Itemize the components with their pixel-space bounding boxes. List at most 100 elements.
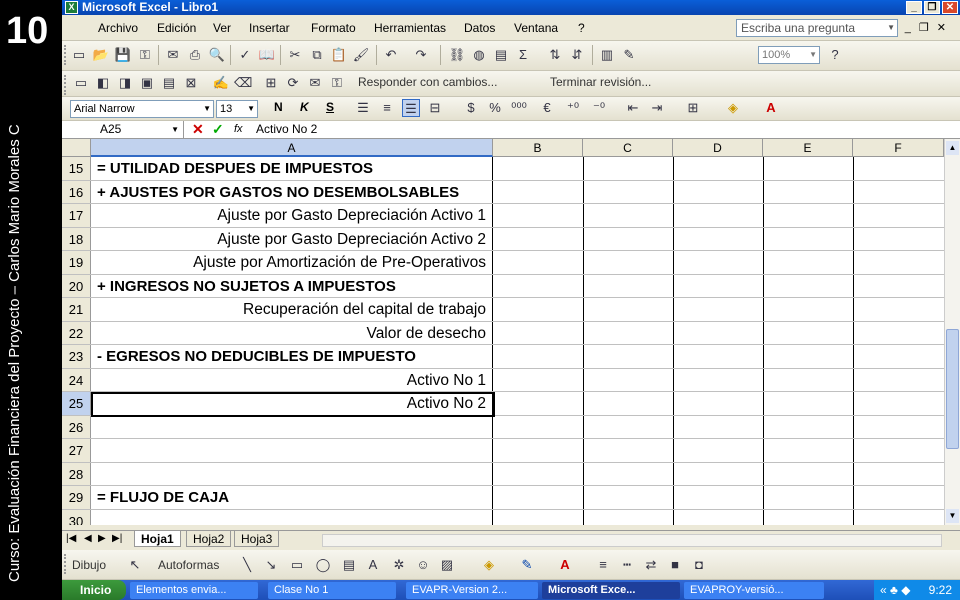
row-header[interactable]: 19	[62, 251, 91, 274]
toolbar-grip[interactable]	[64, 75, 67, 95]
menu-ventana[interactable]: Ventana	[514, 21, 558, 35]
cell-a[interactable]: Ajuste por Amortización de Pre-Operativo…	[91, 251, 493, 274]
start-button[interactable]: Inicio	[62, 580, 126, 600]
name-box[interactable]: A25 ▼	[62, 121, 184, 138]
cell-a[interactable]: Recuperación del capital de trabajo	[91, 298, 493, 321]
sheet-tab-hoja2[interactable]: Hoja2	[186, 531, 232, 547]
web-icon[interactable]: ◍	[470, 46, 488, 64]
fill-color-icon[interactable]: ◈	[724, 99, 742, 117]
draw-menu-button[interactable]: Dibujo	[72, 558, 106, 572]
row-header[interactable]: 26	[62, 415, 91, 438]
formula-input[interactable]: Activo No 2	[256, 121, 317, 138]
align-center-icon[interactable]: ≡	[378, 99, 396, 117]
row-header[interactable]: 29	[62, 486, 91, 509]
menu-archivo[interactable]: Archivo	[98, 21, 138, 35]
arrow-icon[interactable]: ↘	[262, 556, 280, 574]
reply-with-changes-button[interactable]: Responder con cambios...	[358, 75, 497, 89]
send-icon[interactable]: ✉	[306, 74, 324, 92]
percent-icon[interactable]: %	[486, 99, 504, 117]
next-sheet-icon[interactable]: ▶	[98, 533, 106, 544]
delete-comment-icon[interactable]: ⊠	[182, 74, 200, 92]
font-color-icon[interactable]: A	[556, 556, 574, 574]
bold-button[interactable]: N	[274, 100, 283, 114]
help-icon[interactable]: ?	[826, 46, 844, 64]
worksheet-grid[interactable]: A B C D E F 15 = UTILIDAD DESPUES DE IMPU…	[62, 139, 944, 525]
arrow-style-icon[interactable]: ⇄	[642, 556, 660, 574]
tray-icons[interactable]: « ♣ ◆	[880, 580, 910, 600]
column-header-d[interactable]: D	[673, 139, 763, 157]
font-name-select[interactable]: Arial Narrow ▼	[70, 100, 214, 118]
insert-function-label[interactable]: fx	[234, 121, 243, 138]
chevron-down-icon[interactable]: ▼	[171, 121, 179, 138]
cell-a[interactable]: Ajuste por Gasto Depreciación Activo 1	[91, 204, 493, 227]
column-header-e[interactable]: E	[763, 139, 853, 157]
row-header[interactable]: 15	[62, 157, 91, 180]
print-icon[interactable]: ⎙	[186, 46, 204, 64]
document-window-controls[interactable]: _❐✕	[905, 21, 954, 34]
menu-insertar[interactable]: Insertar	[249, 21, 290, 35]
3d-icon[interactable]: ◘	[690, 556, 708, 574]
previous-comment-icon[interactable]: ◧	[94, 74, 112, 92]
task-evaproy-version[interactable]: EVAPROY-versió...	[684, 582, 824, 599]
cell-a[interactable]	[91, 415, 493, 438]
column-header-c[interactable]: C	[583, 139, 673, 157]
toolbar-grip[interactable]	[64, 45, 67, 65]
diagram-icon[interactable]: ✲	[390, 556, 408, 574]
track-changes-icon[interactable]: ⊞	[262, 74, 280, 92]
format-painter-icon[interactable]: 🖌	[352, 46, 370, 64]
ink-icon[interactable]: ✍	[212, 74, 230, 92]
last-sheet-icon[interactable]: ▶|	[112, 533, 122, 544]
chevron-down-icon[interactable]: ▼	[247, 101, 255, 117]
cell-a[interactable]: + AJUSTES POR GASTOS NO DESEMBOLSABLES	[91, 180, 493, 203]
delete-ink-icon[interactable]: ⌫	[234, 74, 252, 92]
chevron-down-icon[interactable]: ▼	[203, 101, 211, 117]
font-size-select[interactable]: 13 ▼	[216, 100, 258, 118]
row-header[interactable]: 24	[62, 368, 91, 391]
row-header[interactable]: 20	[62, 274, 91, 297]
sheet-tab-hoja3[interactable]: Hoja3	[234, 531, 280, 547]
menu-ver[interactable]: Ver	[213, 21, 231, 35]
align-right-icon[interactable]: ☰	[402, 99, 420, 117]
menu-help[interactable]: ?	[578, 21, 585, 35]
undo-icon[interactable]: ↶	[382, 46, 400, 64]
font-color-icon[interactable]: A	[762, 99, 780, 117]
cell-a[interactable]	[91, 439, 493, 462]
end-review-button[interactable]: Terminar revisión...	[550, 75, 651, 89]
row-header[interactable]: 27	[62, 439, 91, 462]
row-header[interactable]: 18	[62, 227, 91, 250]
cell-a[interactable]	[91, 462, 493, 485]
permission-icon[interactable]: ⚿	[136, 46, 154, 64]
row-header[interactable]: 28	[62, 462, 91, 485]
update-icon[interactable]: ⟳	[284, 74, 302, 92]
fill-color-icon[interactable]: ◈	[480, 556, 498, 574]
column-header-b[interactable]: B	[493, 139, 583, 157]
zoom-select[interactable]: 100% ▼	[758, 46, 820, 64]
sort-descending-icon[interactable]: ⇵	[568, 46, 586, 64]
scroll-up-icon[interactable]: ▲	[946, 141, 959, 155]
cut-icon[interactable]: ✂	[286, 46, 304, 64]
cancel-icon[interactable]: ✕	[192, 121, 204, 138]
clipart-icon[interactable]: ☺	[414, 556, 432, 574]
decrease-indent-icon[interactable]: ⇤	[624, 99, 642, 117]
underline-button[interactable]: S	[326, 100, 334, 114]
wordart-icon[interactable]: A	[364, 556, 382, 574]
euro-icon[interactable]: €	[538, 99, 556, 117]
first-sheet-icon[interactable]: |◀	[66, 533, 76, 544]
chevron-down-icon[interactable]: ▼	[887, 20, 895, 36]
research-icon[interactable]: 📖	[258, 46, 276, 64]
row-header[interactable]: 21	[62, 298, 91, 321]
chevron-down-icon[interactable]: ▼	[809, 47, 817, 63]
select-all-corner[interactable]	[62, 139, 91, 157]
task-microsoft-excel[interactable]: Microsoft Exce...	[542, 582, 680, 599]
show-comment-icon[interactable]: ▣	[138, 74, 156, 92]
email-icon[interactable]: ✉	[164, 46, 182, 64]
next-comment-icon[interactable]: ◨	[116, 74, 134, 92]
line-icon[interactable]: ╲	[238, 556, 256, 574]
select-objects-icon[interactable]: ↖	[126, 556, 144, 574]
row-header[interactable]: 30	[62, 509, 91, 525]
scroll-down-icon[interactable]: ▼	[946, 509, 959, 523]
cell-a[interactable]	[91, 509, 493, 525]
paste-icon[interactable]: 📋	[330, 46, 348, 64]
cell-a[interactable]: Valor de desecho	[91, 321, 493, 344]
print-preview-icon[interactable]: 🔍	[208, 46, 226, 64]
